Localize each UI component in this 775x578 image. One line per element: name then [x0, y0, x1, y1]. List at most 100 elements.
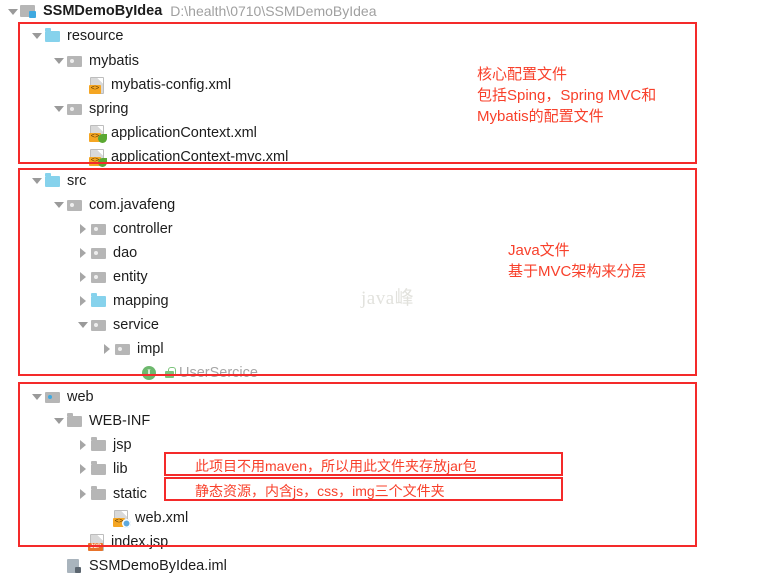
tree-row-impl[interactable]: impl	[0, 336, 164, 361]
no-chevron	[126, 360, 140, 385]
no-chevron	[74, 144, 88, 169]
chevron-down-icon[interactable]	[6, 0, 20, 24]
tree-row-mybatis[interactable]: mybatis	[0, 48, 139, 73]
package-folder-icon	[90, 244, 108, 262]
tree-row-applicationcontext-xml[interactable]: <> applicationContext.xml	[0, 120, 257, 145]
tree-label: impl	[137, 340, 164, 357]
chevron-right-icon[interactable]	[76, 456, 90, 481]
tree-label: mapping	[113, 292, 169, 309]
tree-label: src	[67, 172, 87, 189]
tree-label: applicationContext.xml	[111, 124, 257, 141]
chevron-down-icon[interactable]	[30, 23, 44, 48]
chevron-down-icon[interactable]	[52, 48, 66, 73]
tree-label: spring	[89, 100, 129, 117]
tree-label: com.javafeng	[89, 196, 176, 213]
tree-label: service	[113, 316, 159, 333]
package-folder-icon	[90, 268, 108, 286]
chevron-down-icon[interactable]	[30, 384, 44, 409]
module-file-icon	[66, 557, 84, 575]
interface-icon: I	[140, 364, 158, 382]
chevron-down-icon[interactable]	[52, 96, 66, 121]
tree-label: mybatis	[89, 52, 139, 69]
tree-label: controller	[113, 220, 173, 237]
tree-row-applicationcontext-mvc-xml[interactable]: <> applicationContext-mvc.xml	[0, 144, 288, 169]
tree-label: web	[67, 388, 94, 405]
jsp-file-icon: JSP	[88, 533, 106, 551]
tree-row-service[interactable]: service	[0, 312, 159, 337]
folder-icon	[90, 485, 108, 503]
tree-row-entity[interactable]: entity	[0, 264, 148, 289]
web-xml-file-icon: <>	[112, 509, 131, 528]
chevron-right-icon[interactable]	[76, 216, 90, 241]
no-chevron	[52, 553, 66, 578]
chevron-right-icon[interactable]	[76, 264, 90, 289]
tree-row-iml[interactable]: SSMDemoByIdea.iml	[0, 553, 227, 578]
tree-row-controller[interactable]: controller	[0, 216, 173, 241]
tree-row-web-inf[interactable]: WEB-INF	[0, 408, 150, 433]
chevron-down-icon[interactable]	[30, 168, 44, 193]
tree-label: jsp	[113, 436, 132, 453]
annotation-resource-note: 核心配置文件 包括Sping，Spring MVC和 Mybatis的配置文件	[477, 66, 657, 125]
tree-row-usersercice[interactable]: I UserSercice	[0, 360, 258, 385]
tree-label: lib	[113, 460, 128, 477]
chevron-down-icon[interactable]	[76, 312, 90, 337]
tree-label: entity	[113, 268, 148, 285]
package-folder-icon	[66, 52, 84, 70]
spring-xml-file-icon: <>	[88, 124, 107, 143]
tree-label: static	[113, 485, 147, 502]
source-folder-icon	[90, 292, 108, 310]
tree-label: UserSercice	[179, 364, 258, 381]
tree-label: SSMDemoByIdea.iml	[89, 557, 227, 574]
chevron-right-icon[interactable]	[76, 240, 90, 265]
watermark-text: java峰	[361, 288, 415, 309]
package-folder-icon	[90, 220, 108, 238]
folder-icon	[90, 436, 108, 454]
tree-row-web[interactable]: web	[0, 384, 94, 409]
package-folder-icon	[66, 100, 84, 118]
spring-xml-file-icon: <>	[88, 148, 107, 167]
tree-label: mybatis-config.xml	[111, 76, 232, 93]
tree-label: resource	[67, 27, 124, 44]
tree-label: applicationContext-mvc.xml	[111, 148, 289, 165]
no-chevron	[74, 120, 88, 145]
annotation-lib-note: 此项目不用maven，所以用此文件夹存放jar包	[195, 458, 477, 474]
tree-row-index-jsp[interactable]: JSP index.jsp	[0, 529, 168, 554]
project-folder-icon	[20, 2, 38, 20]
no-chevron	[98, 505, 112, 530]
chevron-down-icon[interactable]	[52, 192, 66, 217]
project-root-row[interactable]: SSMDemoByIdea D:\health\0710\SSMDemoById…	[0, 0, 377, 22]
project-name-label: SSMDemoByIdea	[43, 3, 163, 19]
tree-row-static[interactable]: static	[0, 481, 147, 506]
project-tree-screenshot: java峰 SSMDemoByIdea D:\health\0710\SSMDe…	[0, 0, 775, 576]
tree-row-mapping[interactable]: mapping	[0, 288, 169, 313]
no-chevron	[74, 529, 88, 554]
tree-row-dao[interactable]: dao	[0, 240, 137, 265]
no-chevron	[74, 72, 88, 97]
package-folder-icon	[66, 196, 84, 214]
chevron-right-icon[interactable]	[76, 481, 90, 506]
lock-icon	[163, 364, 176, 382]
web-resource-folder-icon	[44, 388, 62, 406]
tree-row-com-javafeng[interactable]: com.javafeng	[0, 192, 175, 217]
chevron-down-icon[interactable]	[52, 408, 66, 433]
tree-row-mybatis-config-xml[interactable]: <> mybatis-config.xml	[0, 72, 231, 97]
tree-row-spring[interactable]: spring	[0, 96, 129, 121]
chevron-right-icon[interactable]	[76, 288, 90, 313]
source-folder-icon	[44, 27, 62, 45]
tree-row-src[interactable]: src	[0, 168, 86, 193]
tree-row-lib[interactable]: lib	[0, 456, 128, 481]
project-path-label: D:\health\0710\SSMDemoByIdea	[170, 3, 377, 19]
annotation-src-note: Java文件 基于MVC架构来分层	[508, 242, 647, 280]
xml-file-icon: <>	[88, 76, 106, 94]
tree-label: dao	[113, 244, 138, 261]
tree-row-web-xml[interactable]: <> web.xml	[0, 505, 188, 530]
chevron-right-icon[interactable]	[100, 336, 114, 361]
package-folder-icon	[114, 340, 132, 358]
package-folder-icon	[90, 316, 108, 334]
tree-row-resource[interactable]: resource	[0, 23, 123, 48]
tree-row-jsp[interactable]: jsp	[0, 432, 132, 457]
tree-label: WEB-INF	[89, 412, 151, 429]
chevron-right-icon[interactable]	[76, 432, 90, 457]
source-folder-icon	[44, 172, 62, 190]
annotation-static-note: 静态资源，内含js，css，img三个文件夹	[195, 483, 445, 499]
